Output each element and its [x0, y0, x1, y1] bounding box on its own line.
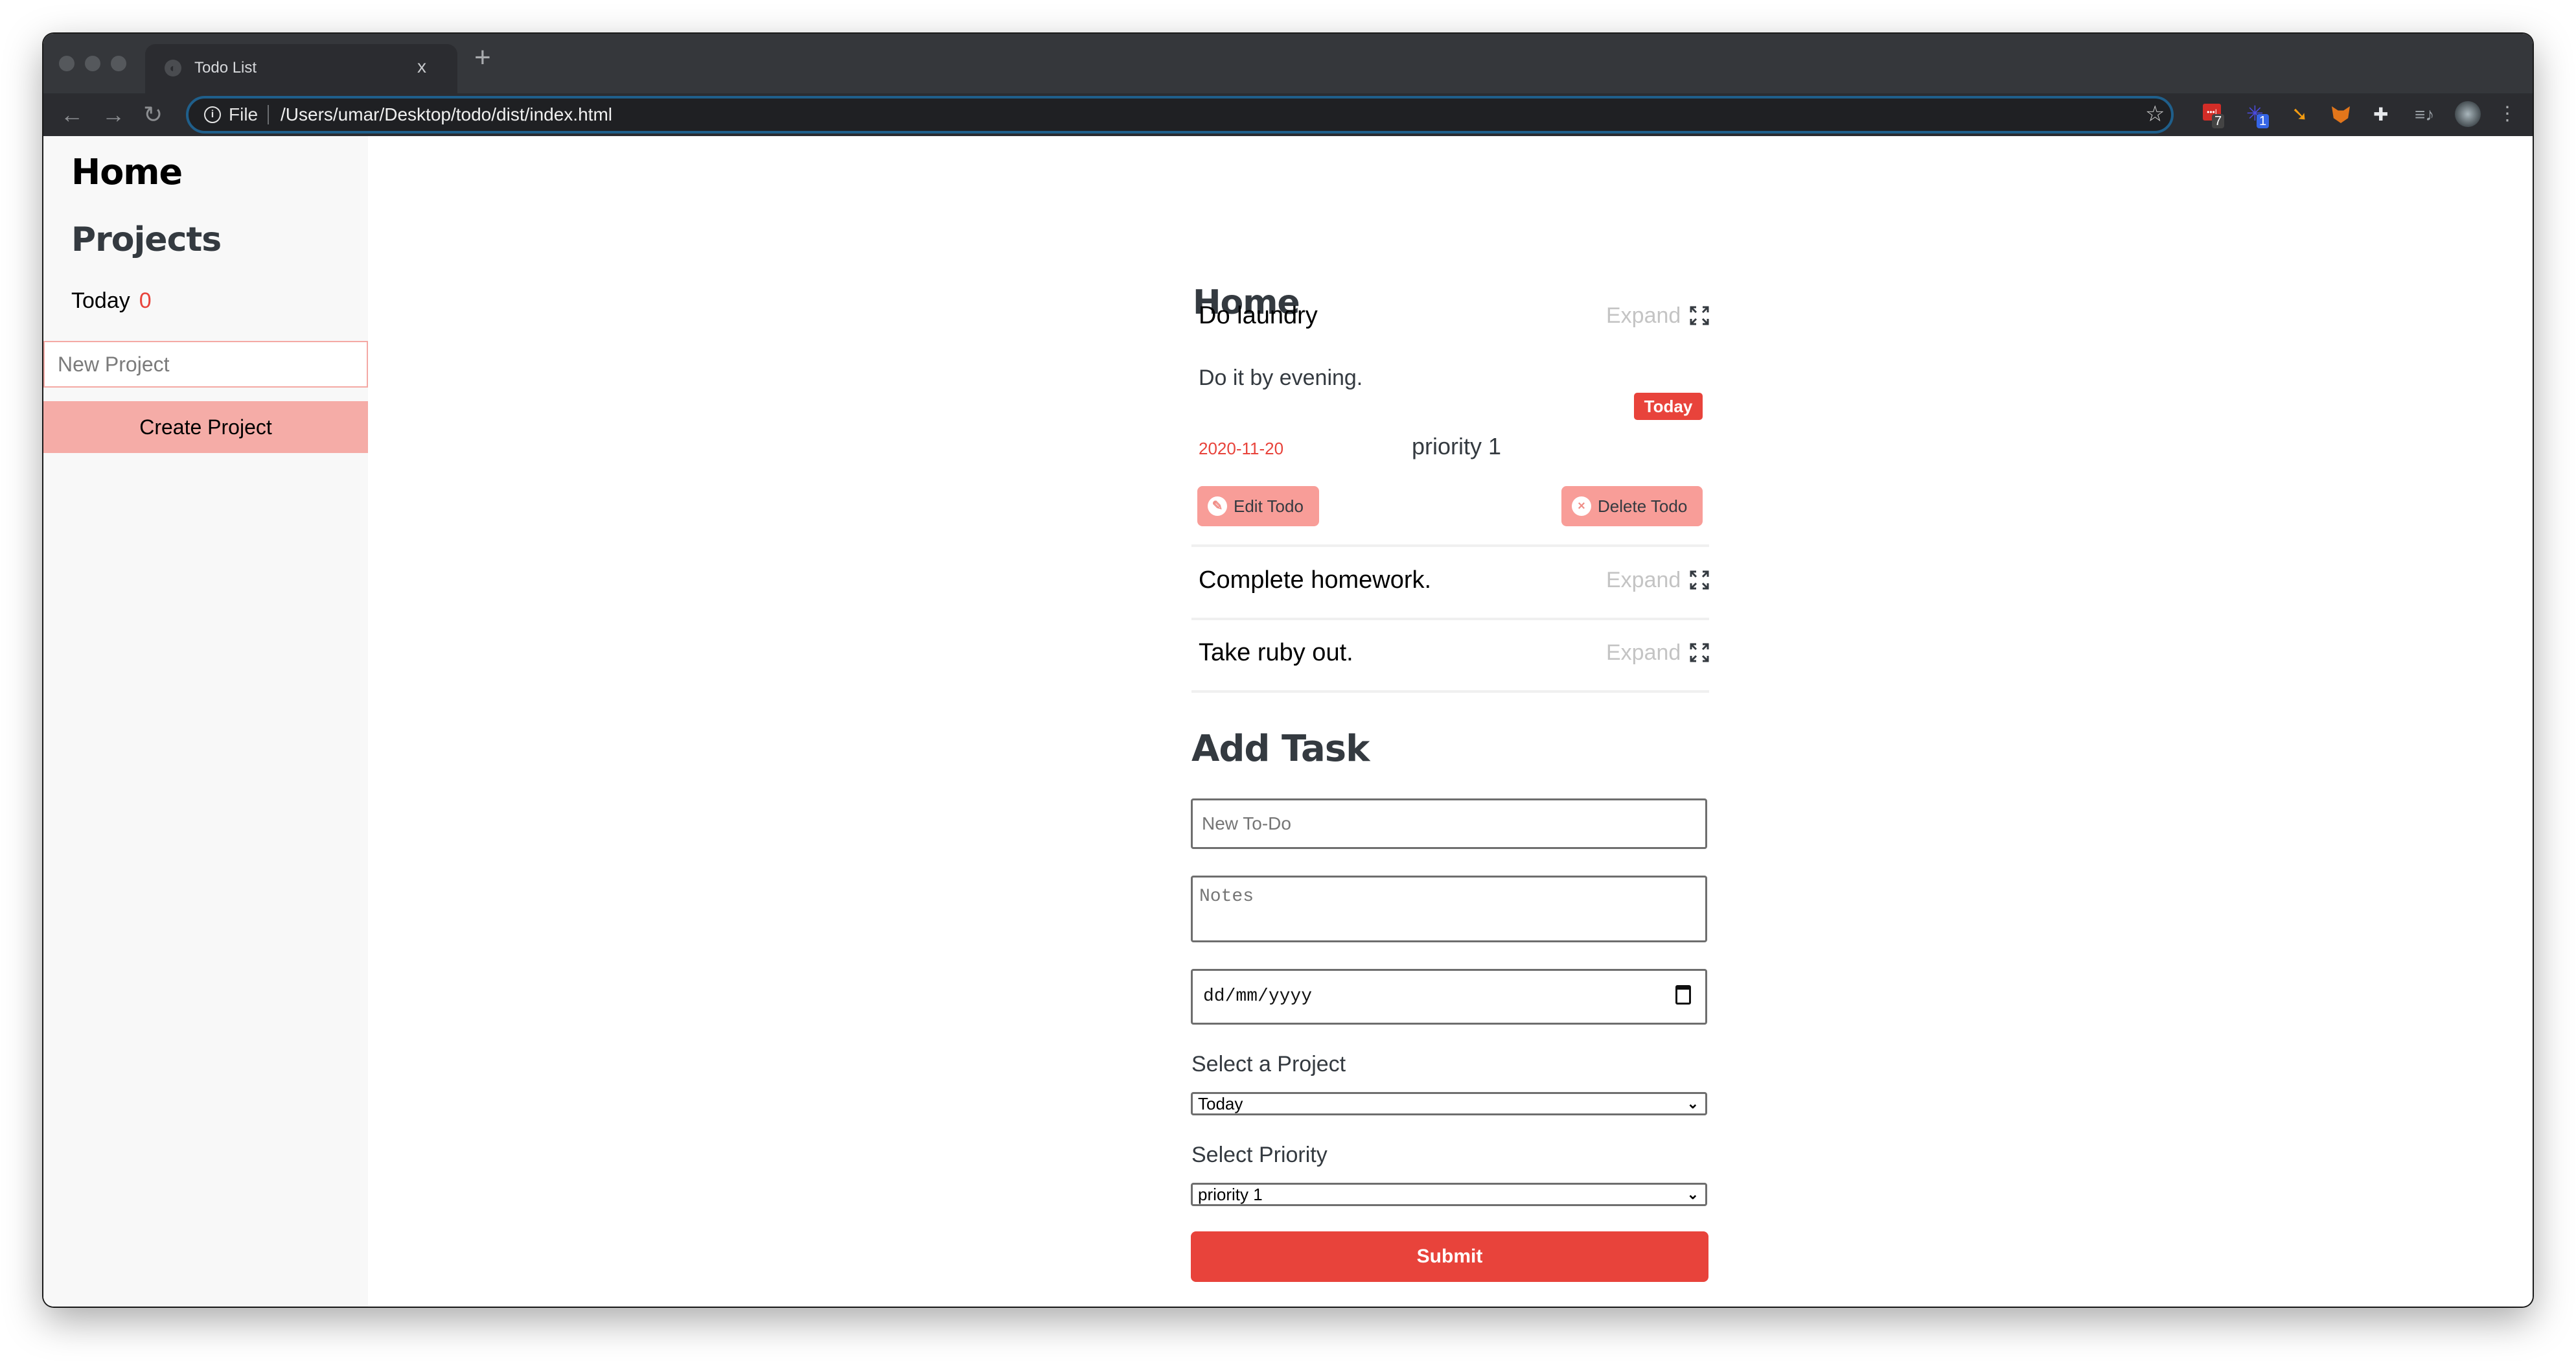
notes-field[interactable] — [1191, 876, 1707, 942]
sparkle-badge: 1 — [2257, 114, 2270, 128]
create-project-button[interactable]: Create Project — [43, 401, 368, 453]
scheme-label: File — [229, 104, 259, 124]
globe-icon: ◐ — [165, 60, 181, 76]
browser-toolbar: ← → ↻ i File /Users/umar/Desktop/todo/di… — [43, 93, 2533, 136]
submit-button[interactable]: Submit — [1191, 1231, 1708, 1282]
metamask-fox-icon[interactable] — [2332, 104, 2354, 126]
close-tab-icon[interactable]: x — [417, 56, 426, 78]
new-project-input[interactable] — [45, 342, 367, 386]
expand-icon[interactable] — [1690, 570, 1709, 590]
maximize-window-button[interactable] — [111, 56, 126, 71]
lastpass-extension-icon[interactable]: •••| 7 — [2203, 104, 2225, 128]
tab-title: Todo List — [194, 59, 257, 76]
project-name: Today — [71, 288, 130, 313]
chevron-down-icon: ⌄ — [1686, 1186, 1699, 1202]
delete-todo-button[interactable]: × Delete Todo — [1561, 486, 1703, 526]
date-placeholder: dd/mm/yyyy — [1203, 986, 1313, 1006]
todo-title[interactable]: Take ruby out. — [1199, 636, 1353, 669]
projects-heading: Projects — [71, 220, 222, 259]
project-count-badge: 0 — [139, 288, 152, 313]
expand-icon[interactable] — [1690, 643, 1709, 662]
sidebar-project-today[interactable]: Today 0 — [71, 286, 152, 315]
puzzle-extensions-icon[interactable]: ✚ — [2373, 104, 2395, 126]
sparkle-extension-icon[interactable]: ✳ 1 — [2246, 103, 2270, 128]
edit-todo-button[interactable]: ✎ Edit Todo — [1197, 486, 1319, 526]
pencil-icon: ✎ — [1208, 496, 1227, 516]
divider — [1191, 690, 1709, 693]
address-bar[interactable]: i File /Users/umar/Desktop/todo/dist/ind… — [186, 96, 2174, 134]
browser-window: ◐ Todo List x + ← → ↻ i File /Users/umar… — [43, 34, 2533, 1307]
minimize-window-button[interactable] — [85, 56, 100, 71]
project-badge: Today — [1634, 393, 1703, 420]
sidebar: Home Projects Today 0 Create Project — [43, 136, 368, 1307]
add-task-heading: Add Task — [1191, 728, 1370, 770]
close-window-button[interactable] — [59, 56, 75, 71]
forward-icon[interactable]: → — [102, 99, 125, 131]
expand-button[interactable]: Expand — [1606, 565, 1681, 595]
priority-select[interactable]: priority 1 ⌄ — [1191, 1183, 1707, 1206]
tab-todo-list[interactable]: ◐ Todo List x — [145, 44, 457, 96]
select-priority-label: Select Priority — [1191, 1143, 1328, 1167]
project-select-value: Today — [1198, 1094, 1243, 1113]
notes-textarea[interactable] — [1193, 878, 1705, 940]
sidebar-home-link[interactable]: Home — [71, 149, 183, 196]
new-todo-input[interactable] — [1193, 800, 1705, 847]
back-icon[interactable]: ← — [60, 99, 84, 131]
expand-button[interactable]: Expand — [1606, 301, 1681, 331]
divider — [1191, 618, 1709, 620]
info-icon[interactable]: i — [204, 106, 221, 123]
expand-icon[interactable] — [1690, 306, 1709, 325]
browser-menu-icon[interactable]: ⋮ — [2498, 101, 2517, 127]
project-select[interactable]: Today ⌄ — [1191, 1092, 1707, 1115]
todo-title[interactable]: Do laundry — [1199, 299, 1318, 332]
divider — [1191, 544, 1709, 547]
arrow-extension-icon[interactable]: ➘ — [2292, 104, 2314, 126]
chevron-down-icon: ⌄ — [1686, 1095, 1699, 1111]
delete-todo-label: Delete Todo — [1598, 496, 1688, 516]
url-separator — [268, 105, 269, 124]
select-project-label: Select a Project — [1191, 1052, 1346, 1076]
todo-due-date: 2020-11-20 — [1199, 439, 1284, 458]
due-date-input[interactable]: dd/mm/yyyy — [1191, 969, 1707, 1025]
url-text[interactable]: /Users/umar/Desktop/todo/dist/index.html — [281, 102, 612, 127]
todo-notes: Do it by evening. — [1199, 366, 1363, 390]
media-control-icon[interactable]: ≡♪ — [2415, 104, 2437, 126]
close-circle-icon: × — [1572, 496, 1591, 516]
priority-select-value: priority 1 — [1198, 1185, 1263, 1204]
new-project-field[interactable] — [43, 341, 368, 388]
reload-icon[interactable]: ↻ — [143, 99, 163, 131]
page-content: Home Projects Today 0 Create Project Home… — [43, 136, 2533, 1307]
expand-button[interactable]: Expand — [1606, 638, 1681, 668]
edit-todo-label: Edit Todo — [1234, 496, 1304, 516]
tab-strip: ◐ Todo List x + — [43, 34, 2533, 96]
todo-priority: priority 1 — [1412, 433, 1502, 459]
new-tab-button[interactable]: + — [474, 41, 491, 74]
calendar-icon[interactable] — [1675, 985, 1691, 1005]
bookmark-star-icon[interactable]: ☆ — [2145, 101, 2165, 127]
todo-title[interactable]: Complete homework. — [1199, 564, 1431, 596]
new-todo-field[interactable] — [1191, 798, 1707, 849]
lastpass-badge: 7 — [2212, 114, 2225, 128]
profile-avatar[interactable] — [2455, 101, 2481, 127]
